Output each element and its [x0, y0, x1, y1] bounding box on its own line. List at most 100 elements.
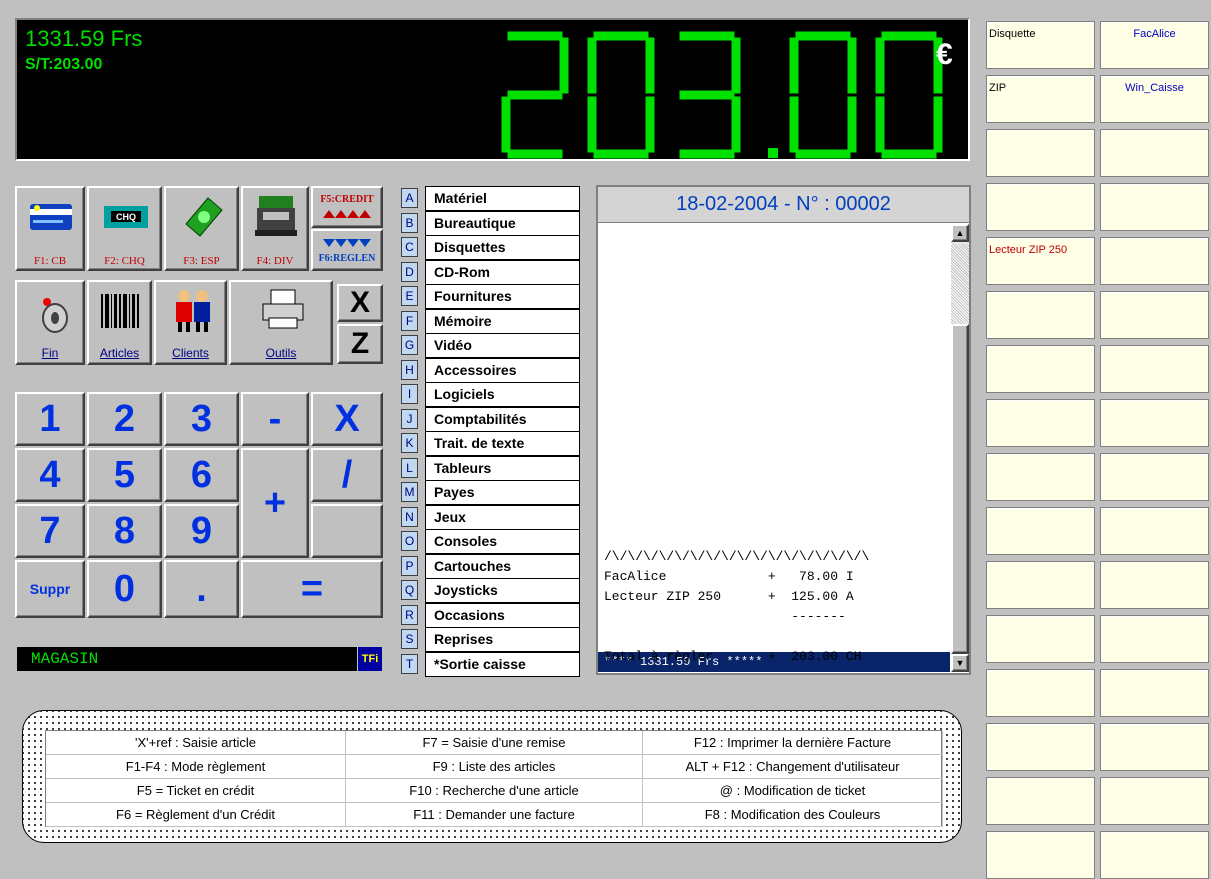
- category-button[interactable]: Disquettes: [425, 235, 580, 260]
- category-letter-c[interactable]: C: [401, 237, 418, 257]
- key-1[interactable]: 1: [15, 392, 85, 446]
- category-letter-f[interactable]: F: [401, 310, 418, 331]
- shortcut-button[interactable]: [986, 291, 1095, 339]
- shortcut-button[interactable]: [1100, 669, 1209, 717]
- shortcut-button[interactable]: [986, 453, 1095, 501]
- category-button[interactable]: Tableurs: [425, 455, 580, 481]
- category-button[interactable]: Joysticks: [425, 578, 580, 603]
- receipt-scrollbar[interactable]: ▲ ▼: [951, 224, 969, 672]
- fin-button[interactable]: Fin: [15, 280, 85, 365]
- category-button[interactable]: Matériel: [425, 186, 580, 211]
- shortcut-button[interactable]: [986, 723, 1095, 771]
- shortcut-button[interactable]: [1100, 237, 1209, 285]
- category-button[interactable]: Bureautique: [425, 210, 580, 236]
- category-letter-p[interactable]: P: [401, 555, 418, 576]
- category-button[interactable]: Reprises: [425, 627, 580, 652]
- z-button[interactable]: Z: [337, 324, 383, 364]
- shortcut-button[interactable]: [986, 129, 1095, 177]
- scroll-track[interactable]: [951, 244, 969, 324]
- shortcut-button[interactable]: [1100, 453, 1209, 501]
- category-button[interactable]: Cartouches: [425, 553, 580, 579]
- shortcut-button[interactable]: [1100, 183, 1209, 231]
- category-letter-g[interactable]: G: [401, 335, 418, 355]
- key-5[interactable]: 5: [87, 448, 162, 502]
- clients-button[interactable]: Clients: [154, 280, 227, 365]
- shortcut-button[interactable]: [1100, 291, 1209, 339]
- category-button[interactable]: Consoles: [425, 529, 580, 554]
- shortcut-button[interactable]: [1100, 561, 1209, 609]
- shortcut-button[interactable]: [986, 777, 1095, 825]
- category-letter-m[interactable]: M: [401, 482, 418, 502]
- category-button[interactable]: CD-Rom: [425, 259, 580, 285]
- key-2[interactable]: 2: [87, 392, 162, 446]
- shortcut-button[interactable]: Win_Caisse: [1100, 75, 1209, 123]
- shortcut-button[interactable]: [986, 561, 1095, 609]
- category-letter-e[interactable]: E: [401, 286, 418, 306]
- category-letter-s[interactable]: S: [401, 629, 418, 649]
- key-minus[interactable]: -: [241, 392, 309, 446]
- category-letter-r[interactable]: R: [401, 604, 418, 625]
- category-letter-n[interactable]: N: [401, 506, 418, 527]
- key-0[interactable]: 0: [87, 560, 162, 618]
- shortcut-button[interactable]: [1100, 831, 1209, 879]
- shortcut-button[interactable]: [1100, 399, 1209, 447]
- category-button[interactable]: Accessoires: [425, 357, 580, 383]
- category-button[interactable]: Logiciels: [425, 382, 580, 407]
- key-equals[interactable]: =: [241, 560, 383, 618]
- key-times[interactable]: X: [311, 392, 383, 446]
- key-dot[interactable]: .: [164, 560, 239, 618]
- scroll-up-button[interactable]: ▲: [951, 224, 969, 242]
- category-letter-i[interactable]: I: [401, 384, 418, 404]
- key-blank[interactable]: [311, 504, 383, 558]
- key-8[interactable]: 8: [87, 504, 162, 558]
- category-letter-l[interactable]: L: [401, 457, 418, 478]
- pay-div-button[interactable]: F4: DIV: [241, 186, 309, 271]
- shortcut-button[interactable]: [1100, 345, 1209, 393]
- category-letter-d[interactable]: D: [401, 261, 418, 282]
- category-button[interactable]: Mémoire: [425, 308, 580, 334]
- shortcut-button[interactable]: [986, 615, 1095, 663]
- key-4[interactable]: 4: [15, 448, 85, 502]
- pay-cb-button[interactable]: F1: CB: [15, 186, 85, 271]
- category-letter-q[interactable]: Q: [401, 580, 418, 600]
- category-button[interactable]: Trait. de texte: [425, 431, 580, 456]
- key-divide[interactable]: /: [311, 448, 383, 502]
- shortcut-button[interactable]: [986, 669, 1095, 717]
- shortcut-button[interactable]: [986, 399, 1095, 447]
- suppr-button[interactable]: Suppr: [15, 560, 85, 618]
- key-6[interactable]: 6: [164, 448, 239, 502]
- category-letter-b[interactable]: B: [401, 212, 418, 233]
- shortcut-button[interactable]: Disquette: [986, 21, 1095, 69]
- category-letter-j[interactable]: J: [401, 408, 418, 429]
- shortcut-button[interactable]: [1100, 777, 1209, 825]
- category-button[interactable]: Fournitures: [425, 284, 580, 309]
- category-button[interactable]: Comptabilités: [425, 406, 580, 432]
- shortcut-button[interactable]: ZIP: [986, 75, 1095, 123]
- category-button[interactable]: *Sortie caisse: [425, 651, 580, 677]
- key-7[interactable]: 7: [15, 504, 85, 558]
- category-button[interactable]: Occasions: [425, 602, 580, 628]
- category-button[interactable]: Jeux: [425, 504, 580, 530]
- pay-chq-button[interactable]: CHQ F2: CHQ: [87, 186, 162, 271]
- category-letter-h[interactable]: H: [401, 359, 418, 380]
- x-button[interactable]: X: [337, 284, 383, 322]
- shortcut-button[interactable]: [1100, 615, 1209, 663]
- shortcut-button[interactable]: [986, 507, 1095, 555]
- category-letter-t[interactable]: T: [401, 653, 418, 674]
- category-button[interactable]: Vidéo: [425, 333, 580, 358]
- shortcut-button[interactable]: [1100, 723, 1209, 771]
- category-letter-o[interactable]: O: [401, 531, 418, 551]
- pay-credit-button[interactable]: F5:CREDIT: [311, 186, 383, 228]
- category-letter-a[interactable]: A: [401, 188, 418, 208]
- scroll-down-button[interactable]: ▼: [951, 654, 969, 672]
- scroll-thumb[interactable]: [951, 324, 969, 654]
- key-3[interactable]: 3: [164, 392, 239, 446]
- key-9[interactable]: 9: [164, 504, 239, 558]
- shortcut-button[interactable]: FacAlice: [1100, 21, 1209, 69]
- category-letter-k[interactable]: K: [401, 433, 418, 453]
- category-button[interactable]: Payes: [425, 480, 580, 505]
- outils-button[interactable]: Outils: [229, 280, 333, 365]
- pay-reglement-button[interactable]: F6:REGLEN: [311, 229, 383, 271]
- shortcut-button[interactable]: Lecteur ZIP 250: [986, 237, 1095, 285]
- shortcut-button[interactable]: [986, 183, 1095, 231]
